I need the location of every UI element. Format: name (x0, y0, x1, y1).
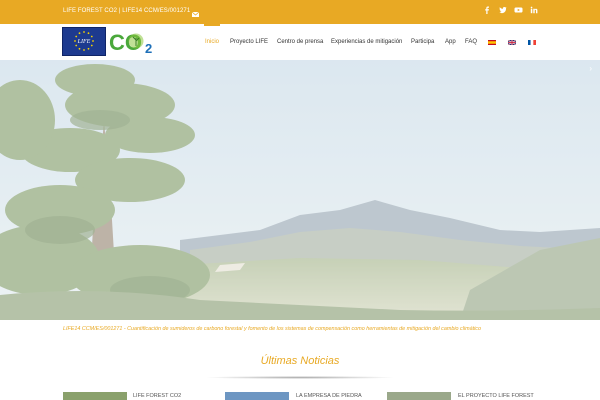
nav-item-centro-de-prensa[interactable]: Centro de prensa (277, 39, 323, 45)
news-title-2[interactable]: LA EMPRESA DE PIEDRA (296, 393, 362, 399)
nav-item-experiencias[interactable]: Experiencias de mitigación (331, 39, 402, 45)
es-flag-icon[interactable] (488, 40, 496, 45)
hero-slider[interactable]: › (0, 60, 600, 320)
news-thumbnail-1[interactable] (63, 392, 127, 400)
fr-flag-icon[interactable] (528, 40, 536, 45)
section-divider (204, 376, 396, 379)
news-title-3[interactable]: EL PROYECTO LIFE FOREST (458, 393, 534, 399)
co2-logo[interactable]: CO 2 (109, 28, 157, 56)
project-caption: LIFE14 CCM/ES/001271 - Cuantificación de… (63, 326, 481, 332)
latest-news-title: Últimas Noticias (260, 355, 340, 367)
nav-item-participa[interactable]: Participa (411, 39, 434, 45)
life-logo-text: LIFE (77, 39, 91, 45)
top-bar: LIFE FOREST CO2 | LIFE14 CCM/ES/001271 (0, 0, 600, 24)
nav-item-proyecto-life[interactable]: Proyecto LIFE (230, 39, 268, 45)
project-code-text: LIFE FOREST CO2 | LIFE14 CCM/ES/001271 (63, 8, 191, 14)
nav-item-faq[interactable]: FAQ (465, 39, 477, 45)
nav-item-app[interactable]: App (445, 39, 456, 45)
active-nav-indicator (204, 24, 220, 26)
hero-landscape-image (0, 60, 600, 320)
site-header: LIFE CO 2 Inicio Proyecto LIFE Centro de… (0, 24, 600, 60)
news-thumbnail-2[interactable] (225, 392, 289, 400)
twitter-icon[interactable] (497, 4, 509, 16)
nav-item-inicio[interactable]: Inicio (205, 39, 219, 45)
co2-logo-sub: 2 (145, 41, 152, 56)
facebook-icon[interactable] (481, 4, 493, 16)
mail-icon[interactable] (191, 6, 200, 17)
uk-flag-icon[interactable] (507, 39, 517, 46)
youtube-icon[interactable] (512, 4, 524, 16)
slider-next-arrow[interactable]: › (589, 64, 592, 73)
eu-life-logo[interactable]: LIFE (62, 27, 106, 56)
news-title-1[interactable]: LIFE FOREST CO2 (133, 393, 181, 399)
news-thumbnail-3[interactable] (387, 392, 451, 400)
linkedin-icon[interactable] (528, 4, 540, 16)
